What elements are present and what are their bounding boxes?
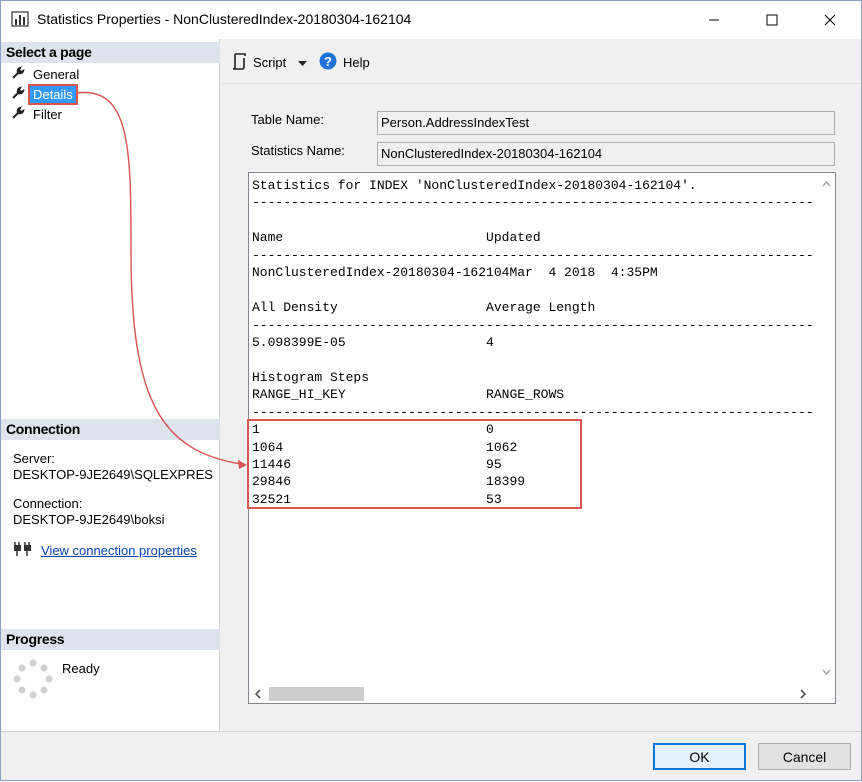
output-line: NonClusteredIndex-20180304-162104Mar 4 2… — [252, 265, 658, 281]
page-item-label: General — [33, 66, 80, 82]
script-button[interactable]: Script — [231, 52, 308, 73]
output-line: ----------------------------------------… — [252, 247, 812, 263]
select-page-header: Select a page — [1, 42, 220, 63]
view-connection-properties[interactable]: View connection properties — [13, 541, 197, 560]
connection-header: Connection — [1, 419, 220, 440]
output-line: Histogram Steps — [252, 369, 370, 385]
cancel-button[interactable]: Cancel — [758, 743, 851, 770]
output-line: Statistics for INDEX 'NonClusteredIndex-… — [252, 178, 697, 193]
window-title: Statistics Properties - NonClusteredInde… — [37, 11, 412, 27]
output-line: Name Updated — [252, 230, 541, 246]
server-label: Server: — [13, 451, 55, 466]
chart-icon — [11, 11, 29, 27]
maximize-button[interactable] — [749, 1, 795, 39]
wrench-icon — [11, 105, 25, 123]
help-button[interactable]: ? Help — [319, 52, 370, 73]
title-bar[interactable]: Statistics Properties - NonClusteredInde… — [1, 1, 861, 39]
output-line: All Density Average Length — [252, 300, 596, 316]
help-label: Help — [343, 55, 370, 70]
wrench-icon — [11, 85, 25, 103]
progress-header: Progress — [1, 629, 220, 650]
progress-spinner-icon — [13, 659, 53, 702]
svg-text:?: ? — [324, 54, 332, 69]
page-item-details[interactable]: Details — [11, 83, 78, 105]
minimize-button[interactable] — [691, 1, 737, 39]
page-item-label: Filter — [33, 106, 62, 122]
page-item-label: Details — [28, 83, 78, 105]
output-line: ----------------------------------------… — [252, 195, 812, 211]
statistics-name-field[interactable]: NonClusteredIndex-20180304-162104 — [377, 142, 835, 166]
script-icon — [231, 52, 247, 73]
connection-label: Connection: — [13, 496, 83, 511]
output-line: RANGE_HI_KEY RANGE_ROWS — [252, 387, 565, 403]
help-icon: ? — [319, 52, 337, 73]
progress-status: Ready — [62, 661, 100, 676]
left-pane: Select a page General Details Filter Con… — [1, 39, 220, 731]
bottom-divider — [1, 731, 861, 732]
plug-icon — [13, 541, 33, 560]
view-connection-link[interactable]: View connection properties — [41, 543, 197, 558]
ok-button[interactable]: OK — [653, 743, 746, 770]
close-button[interactable] — [807, 1, 853, 39]
server-value: DESKTOP-9JE2649\SQLEXPRES — [13, 467, 213, 482]
statistics-name-label: Statistics Name: — [251, 143, 345, 158]
output-line: ----------------------------------------… — [252, 317, 812, 333]
vertical-scrollbar[interactable] — [818, 173, 835, 685]
horizontal-scrollbar[interactable] — [249, 685, 835, 703]
histogram-highlight — [247, 419, 582, 509]
dropdown-arrow-icon[interactable] — [298, 55, 308, 70]
connection-value: DESKTOP-9JE2649\boksi — [13, 512, 165, 527]
page-item-general[interactable]: General — [11, 65, 82, 83]
table-name-field[interactable]: Person.AddressIndexTest — [377, 111, 835, 135]
output-line: 5.098399E-05 4 — [252, 334, 494, 350]
close-icon — [824, 14, 836, 26]
page-item-filter[interactable]: Filter — [11, 105, 65, 123]
script-label: Script — [253, 55, 287, 70]
wrench-icon — [11, 65, 25, 83]
statistics-properties-window: Statistics Properties - NonClusteredInde… — [0, 0, 862, 781]
toolbar: Script ? Help — [221, 39, 861, 83]
table-name-label: Table Name: — [251, 112, 324, 127]
horizontal-scroll-thumb[interactable] — [269, 687, 364, 701]
